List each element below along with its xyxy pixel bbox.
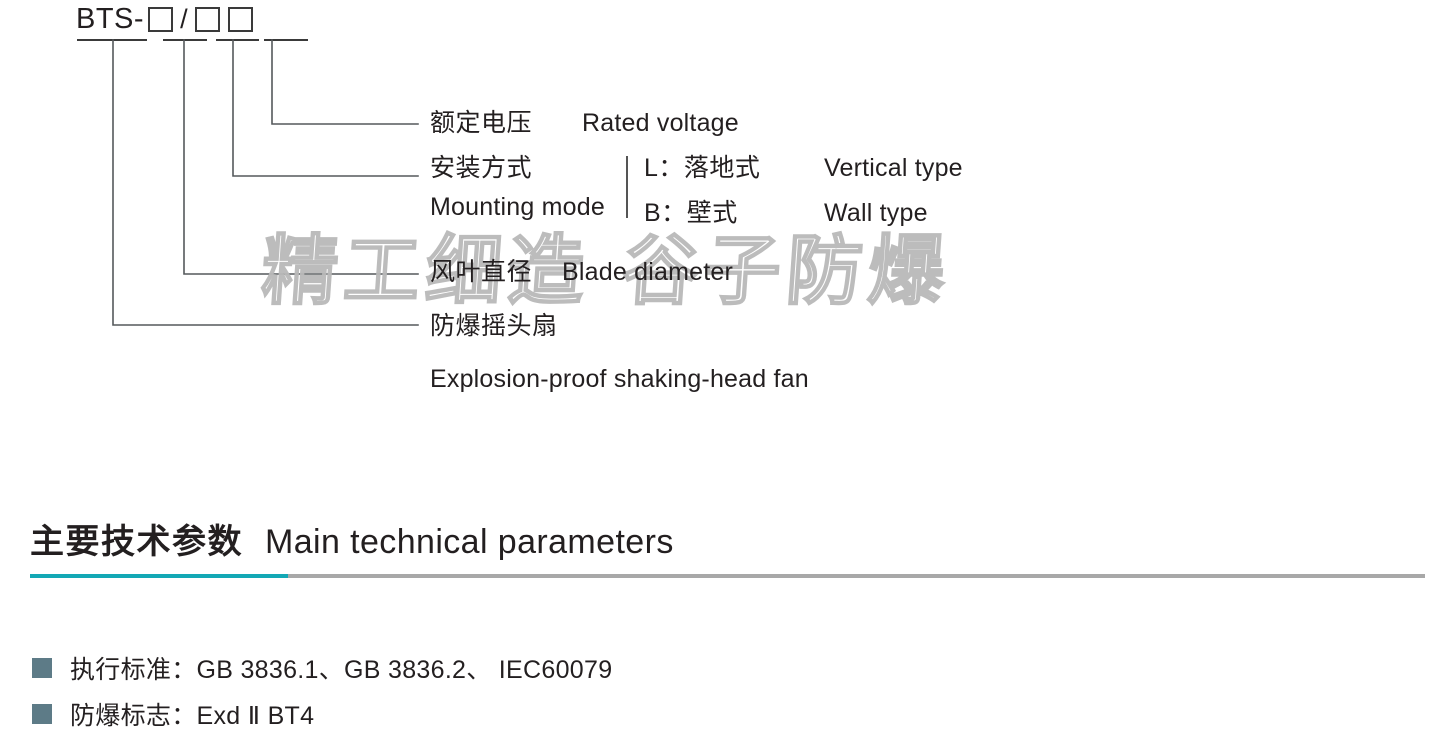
mounting-option-wall-code: B：	[644, 199, 687, 227]
callout-rated-voltage: 额定电压 Rated voltage	[430, 107, 739, 140]
model-code-prefix: BTS-	[76, 3, 145, 35]
rated-voltage-label-cn: 额定电压	[430, 109, 533, 137]
spec-list: 执行标准：GB 3836.1、GB 3836.2、 IEC60079 防爆标志：…	[32, 645, 612, 737]
rated-voltage-label-en: Rated voltage	[582, 109, 739, 137]
leader-rated-voltage	[271, 39, 419, 125]
section-heading-cn: 主要技术参数	[30, 523, 243, 561]
spec-explosion-mark-text: 防爆标志：Exd Ⅱ BT4	[70, 702, 315, 730]
product-name-cn: 防爆摇头扇	[430, 312, 558, 340]
mounting-option-vertical-en: Vertical type	[824, 154, 963, 182]
blade-diameter-label-en: Blade diameter	[562, 258, 733, 286]
callout-blade-diameter: 风叶直径 Blade diameter	[430, 256, 733, 289]
model-code-box-blade-diameter	[148, 6, 174, 32]
mounting-mode-label-cn: 安装方式	[430, 154, 533, 182]
mounting-option-vertical: L：落地式 Vertical type	[644, 152, 963, 185]
spec-standards-text: 执行标准：GB 3836.1、GB 3836.2、 IEC60079	[70, 656, 613, 684]
callout-mounting-mode: 安装方式 Mounting mode L：落地式 Vertical type B…	[430, 152, 963, 227]
callout-product-name: 防爆摇头扇 Explosion-proof shaking-head fan	[430, 310, 809, 396]
blade-diameter-label-cn: 风叶直径	[430, 258, 533, 286]
mounting-option-vertical-name: 落地式	[683, 154, 761, 182]
model-code-slash: /	[180, 3, 189, 34]
mounting-mode-divider	[626, 156, 628, 218]
mounting-option-vertical-code: L：	[644, 154, 684, 182]
product-name-en: Explosion-proof shaking-head fan	[430, 365, 809, 393]
square-bullet-icon	[32, 704, 52, 724]
model-code-box-mounting-mode	[195, 6, 221, 32]
mounting-option-wall-name: 壁式	[686, 199, 738, 227]
section-heading: 主要技术参数 Main technical parameters	[30, 514, 674, 563]
mounting-option-vertical-cn: L：落地式	[644, 152, 824, 185]
leader-mounting-mode	[232, 39, 419, 177]
list-item: 防爆标志：Exd Ⅱ BT4	[32, 691, 612, 737]
list-item: 执行标准：GB 3836.1、GB 3836.2、 IEC60079	[32, 645, 612, 691]
square-bullet-icon	[32, 658, 52, 678]
model-code-box-rated-voltage	[228, 6, 254, 32]
model-code: BTS- /	[76, 2, 257, 36]
section-heading-rule-accent	[30, 574, 288, 578]
section-heading-en: Main technical parameters	[265, 523, 674, 561]
section-heading-rule	[30, 574, 1425, 578]
mounting-mode-label-en: Mounting mode	[430, 193, 605, 221]
